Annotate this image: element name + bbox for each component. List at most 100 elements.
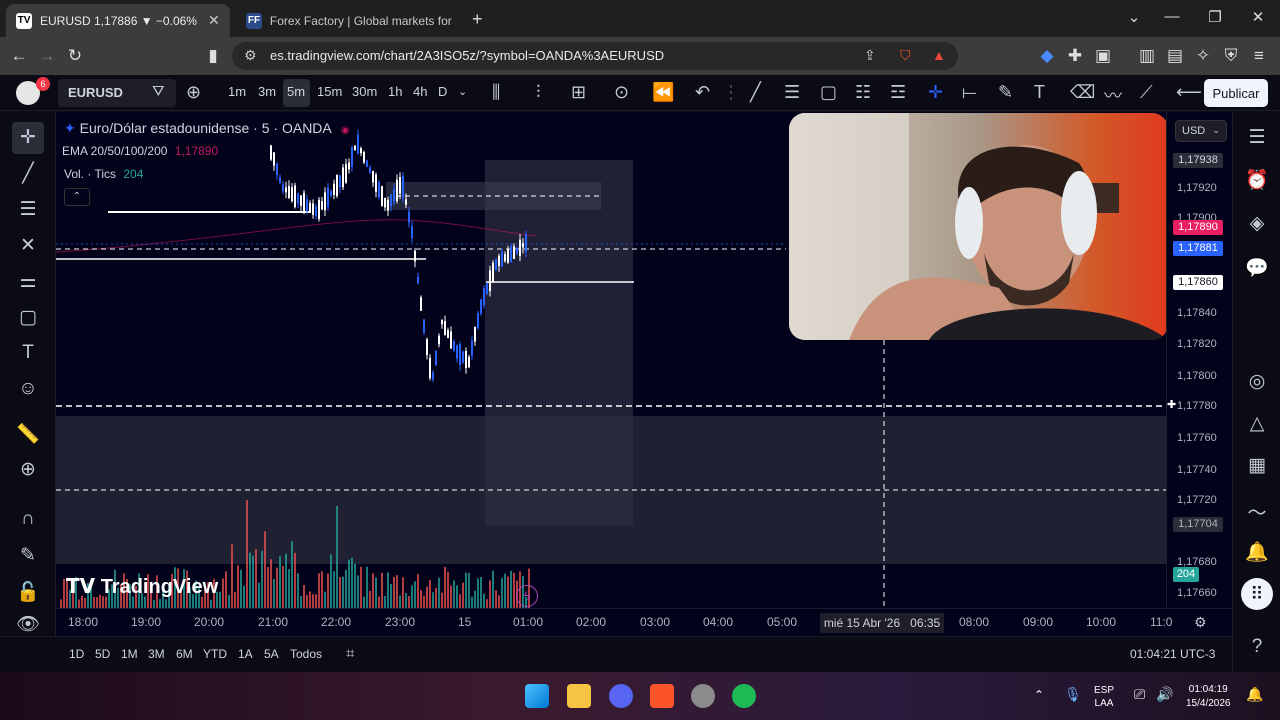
vpn-icon[interactable]: ⛨: [1220, 46, 1242, 66]
interval-dropdown-icon[interactable]: ⌄: [458, 85, 467, 98]
tray-chevron-icon[interactable]: ⌃: [1034, 688, 1044, 702]
close-window-icon[interactable]: ✕: [1248, 8, 1268, 26]
discord-icon[interactable]: [609, 684, 633, 708]
microphone-icon[interactable]: 🎙: [1064, 686, 1082, 703]
indicators-icon[interactable]: ⫶: [536, 82, 541, 103]
pattern-icon[interactable]: 〰: [1104, 82, 1122, 108]
layers-icon[interactable]: ◈: [1245, 212, 1269, 235]
file-explorer-icon[interactable]: [567, 684, 591, 708]
volume-icon[interactable]: 🔊: [1156, 686, 1173, 703]
url-text[interactable]: es.tradingview.com/chart/2A3ISO5z/?symbo…: [270, 48, 664, 63]
bookmark-icon[interactable]: ▮: [202, 46, 224, 66]
range-3m[interactable]: 3M: [148, 647, 165, 661]
fib-tool-icon[interactable]: ☰: [16, 198, 40, 221]
leo-icon[interactable]: ✧: [1192, 46, 1214, 66]
interval-d[interactable]: D: [438, 84, 447, 99]
system-clock[interactable]: 01:04:19 15/4/2026: [1186, 683, 1231, 711]
date-range-icon[interactable]: ⌗: [346, 645, 354, 662]
eye-icon[interactable]: 👁: [16, 612, 40, 636]
tab-tradingview[interactable]: TV EURUSD 1,17886 ▼ −0.06% Trad ✕: [6, 4, 230, 37]
range-1m[interactable]: 1M: [121, 647, 138, 661]
omnibox[interactable]: ⚙ es.tradingview.com/chart/2A3ISO5z/?sym…: [232, 42, 958, 70]
trendline-tool-icon[interactable]: ╱: [16, 162, 40, 185]
undo-icon[interactable]: ↶: [695, 82, 710, 103]
reload-icon[interactable]: ↻: [64, 46, 86, 66]
cursor-cross-icon[interactable]: ✛: [16, 126, 40, 149]
crosshair-icon[interactable]: ✛: [928, 82, 943, 103]
back-icon[interactable]: ←: [8, 46, 30, 66]
alert-icon[interactable]: ⊙: [614, 82, 629, 103]
ray-icon[interactable]: ⟵: [1176, 82, 1202, 103]
stay-drawing-icon[interactable]: ✎: [16, 544, 40, 567]
publish-button[interactable]: Publicar: [1204, 79, 1268, 107]
time-scale[interactable]: 18:00 19:00 20:00 21:00 22:00 23:00 15 0…: [56, 608, 1232, 636]
broadcast-icon[interactable]: 〜: [1245, 498, 1269, 525]
text-tool-icon[interactable]: T: [16, 342, 40, 364]
alerts-clock-icon[interactable]: ⏰: [1245, 168, 1269, 192]
brave-browser-icon[interactable]: [650, 684, 674, 708]
windows-start-icon[interactable]: [525, 684, 549, 708]
tab-search-icon[interactable]: ⌄: [1124, 8, 1144, 26]
symbol-info-icon[interactable]: ⛛: [152, 83, 165, 100]
compare-add-icon[interactable]: ⊕: [186, 82, 201, 103]
range-1a[interactable]: 1A: [238, 647, 253, 661]
zoom-in-icon[interactable]: ⊕: [16, 458, 40, 481]
notifications-bell-icon[interactable]: 🔔: [1245, 540, 1269, 564]
lock-icon[interactable]: 🔓: [16, 580, 40, 604]
fib-icon[interactable]: ☰: [784, 82, 800, 103]
interval-5m[interactable]: 5m: [287, 84, 305, 99]
horizontal-ray-icon[interactable]: ⟝: [962, 82, 977, 103]
watchlist-icon[interactable]: ☰: [1245, 126, 1269, 149]
language-indicator[interactable]: ESP LAA: [1094, 684, 1114, 710]
notification-bell-icon[interactable]: 🔔: [1246, 686, 1263, 703]
forward-icon[interactable]: →: [36, 46, 58, 66]
brave-rewards-icon[interactable]: ▲: [932, 47, 946, 63]
currency-select[interactable]: USD ⌄: [1175, 120, 1227, 142]
interval-4h[interactable]: 4h: [413, 84, 427, 99]
range-ytd[interactable]: YTD: [203, 647, 227, 661]
candles-icon[interactable]: ⫼: [492, 82, 500, 103]
legend-ema-row[interactable]: EMA 20/50/100/200 1,17890: [62, 144, 218, 158]
emoji-icon[interactable]: ☺: [16, 378, 40, 400]
drag-handle-icon[interactable]: ⋮: [722, 82, 740, 103]
rectangle-icon[interactable]: ▢: [820, 82, 837, 103]
media-icon[interactable]: ▣: [1092, 46, 1114, 66]
symbol-search[interactable]: EURUSD ⛛: [58, 79, 176, 107]
eraser-icon[interactable]: ⌫: [1070, 82, 1095, 103]
interval-30m[interactable]: 30m: [352, 84, 377, 99]
replay-icon[interactable]: ⏪: [652, 82, 674, 103]
share-icon[interactable]: ⇪: [864, 47, 876, 64]
spotify-icon[interactable]: [732, 684, 756, 708]
wallet-icon[interactable]: ▤: [1164, 46, 1186, 66]
extensions-puzzle-icon[interactable]: ✚: [1064, 46, 1086, 66]
sidebar-icon[interactable]: ▥: [1136, 46, 1158, 66]
ideas-icon[interactable]: △: [1245, 412, 1269, 435]
hlines-icon[interactable]: ☲: [890, 82, 906, 103]
clock-label[interactable]: 01:04:21 UTC-3: [1130, 647, 1215, 661]
apps-grid-icon[interactable]: ⠿: [1241, 578, 1273, 610]
prediction-tool-icon[interactable]: ⚌: [16, 270, 40, 293]
lightning-icon[interactable]: ϟ: [516, 585, 538, 607]
position-icon[interactable]: ☷: [855, 82, 871, 103]
maximize-icon[interactable]: ❐: [1205, 8, 1225, 26]
text-icon[interactable]: T: [1034, 82, 1045, 103]
collapse-legend-icon[interactable]: ⌃: [64, 188, 90, 206]
range-6m[interactable]: 6M: [176, 647, 193, 661]
ruler-icon[interactable]: 📏: [16, 422, 40, 446]
menu-icon[interactable]: ≡: [1248, 46, 1270, 66]
settings-gear-icon[interactable]: ⚙: [1194, 614, 1207, 631]
close-tab-icon[interactable]: ✕: [208, 12, 220, 29]
path-icon[interactable]: ⟋: [1140, 82, 1153, 103]
chat-icon[interactable]: 💬: [1245, 256, 1269, 280]
price-scale[interactable]: USD ⌄ 1,17920 1,17900 1,17840 1,17820 1,…: [1166, 112, 1232, 608]
calendar-icon[interactable]: ▦: [1245, 454, 1269, 477]
range-5a[interactable]: 5A: [264, 647, 279, 661]
interval-15m[interactable]: 15m: [317, 84, 342, 99]
pattern-tool-icon[interactable]: ✕: [16, 234, 40, 257]
range-5d[interactable]: 5D: [95, 647, 110, 661]
obs-icon[interactable]: [691, 684, 715, 708]
extension-icon[interactable]: ◆: [1036, 46, 1058, 66]
brush-icon[interactable]: ✎: [998, 82, 1013, 103]
brave-shield-icon[interactable]: ⛉: [900, 47, 911, 64]
target-icon[interactable]: ◎: [1245, 370, 1269, 393]
